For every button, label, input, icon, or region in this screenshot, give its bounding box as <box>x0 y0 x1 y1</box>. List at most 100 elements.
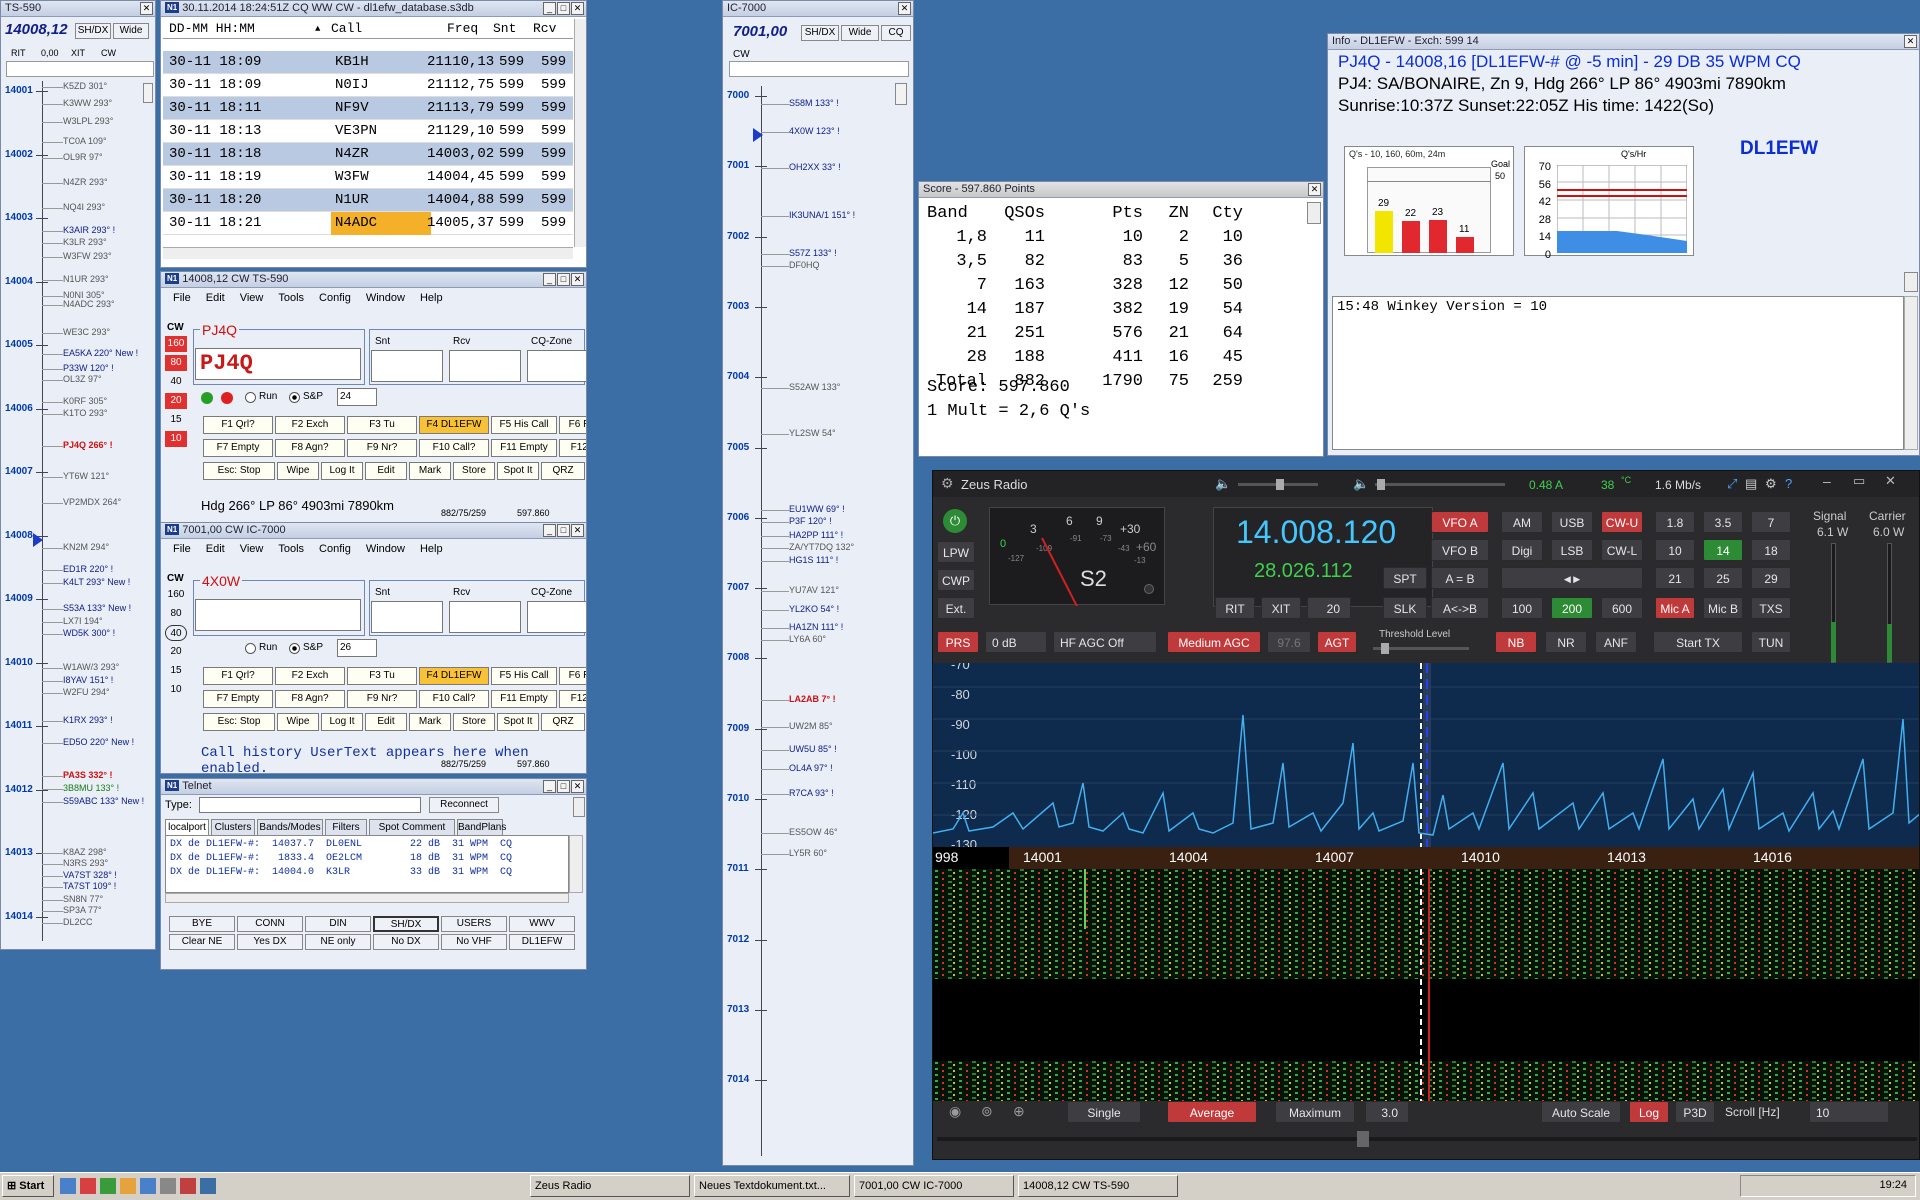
spot-label[interactable]: W3FW 293° <box>63 251 112 261</box>
close-icon[interactable]: ✕ <box>898 2 911 15</box>
menu-tools[interactable]: Tools <box>278 292 304 304</box>
spot-label[interactable]: 3B8MU 133° ! <box>63 783 119 793</box>
vfo-b-frequency[interactable]: 28.026.112 <box>1254 560 1353 583</box>
pwr-200-button[interactable]: 200 <box>1551 597 1593 619</box>
agc-value[interactable]: 97.6 <box>1267 631 1311 653</box>
scroll-up-icon[interactable] <box>1904 272 1918 292</box>
waterfall[interactable] <box>933 869 1919 1101</box>
signal-slider[interactable] <box>1831 543 1836 663</box>
spot-label[interactable]: EU1WW 69° ! <box>789 504 845 514</box>
telnet-input[interactable] <box>199 797 421 813</box>
spot-label[interactable]: OL9R 97° <box>63 152 103 162</box>
band-10-button[interactable]: 10 <box>165 431 187 447</box>
settings-icon[interactable]: ⚙ <box>1765 476 1777 492</box>
cwp-button[interactable]: CWP <box>937 569 975 591</box>
band-80-button[interactable]: 3.5 <box>1703 511 1743 533</box>
telnet-line[interactable]: DX de DL1EFW-#: 14037.7 DL0ENL 22 dB 31 … <box>170 838 564 852</box>
spot-label[interactable]: K1RX 293° ! <box>63 715 113 725</box>
close-icon[interactable]: ✕ <box>571 273 584 286</box>
average-value[interactable]: 3.0 <box>1365 1101 1409 1123</box>
speed-spinner[interactable]: 24 <box>337 388 377 406</box>
spot-label[interactable]: UW2M 85° <box>789 721 833 731</box>
key-button[interactable]: Spot It <box>497 713 539 731</box>
agc-mode-select[interactable]: HF AGC Off <box>1053 631 1157 653</box>
spot-label[interactable]: W1AW/3 293° <box>63 662 119 672</box>
tun-button[interactable]: TUN <box>1751 631 1791 653</box>
close-icon[interactable]: ✕ <box>1308 183 1321 196</box>
log-hscrollbar[interactable] <box>163 247 573 259</box>
band-40-button[interactable]: 40 <box>165 374 187 390</box>
band-20-button[interactable]: 20 <box>165 644 187 660</box>
minimize-icon[interactable]: _ <box>543 273 556 286</box>
band-30-button[interactable]: 10 <box>1655 539 1695 561</box>
menu-view[interactable]: View <box>240 292 264 304</box>
maximize-icon[interactable]: □ <box>557 2 570 15</box>
mode-am-button[interactable]: AM <box>1501 511 1543 533</box>
spot-label[interactable]: NQ4I 293° <box>63 202 105 212</box>
spot-label[interactable]: S52AW 133° <box>789 382 840 392</box>
snt-input[interactable] <box>371 601 443 633</box>
spot-label[interactable]: OL4A 97° ! <box>789 763 833 773</box>
menu-config[interactable]: Config <box>319 543 351 555</box>
telnet-command-button[interactable]: No DX <box>373 934 439 950</box>
speed-spinner[interactable]: 26 <box>337 639 377 657</box>
band-40-button[interactable]: 40 <box>165 625 187 641</box>
spot-label[interactable]: OL3Z 97° <box>63 374 102 384</box>
spot-label[interactable]: S59ABC 133° New ! <box>63 796 144 806</box>
band-15-button[interactable]: 15 <box>165 663 187 679</box>
band-12-button[interactable]: 25 <box>1703 567 1743 589</box>
key-button[interactable]: QRZ <box>541 462 585 480</box>
agt-button[interactable]: AGT <box>1317 631 1357 653</box>
key-button[interactable]: Wipe <box>277 462 319 480</box>
log-row[interactable]: 30-11 18:21 N4ADC 14005,37 599 599 <box>163 212 573 235</box>
quicklaunch-icon[interactable] <box>100 1178 116 1194</box>
panadapter[interactable]: -70 -80 -90 -100 -110 -120 -130 <box>933 663 1919 847</box>
key-button[interactable]: F11 Empty <box>491 439 557 457</box>
maximize-icon[interactable]: □ <box>557 780 570 793</box>
spot-label[interactable]: R7CA 93° ! <box>789 788 834 798</box>
band-40-button[interactable]: 7 <box>1751 511 1791 533</box>
band-20-button[interactable]: 14 <box>1703 539 1743 561</box>
spot-label[interactable]: K3AIR 293° ! <box>63 225 115 235</box>
log-row[interactable]: 30-11 18:09 N0IJ 21112,75 599 599 <box>163 74 573 97</box>
spot-label[interactable]: W2FU 294° <box>63 687 110 697</box>
run-radio[interactable] <box>245 643 256 654</box>
xit-button[interactable]: XIT <box>1261 597 1301 619</box>
quicklaunch-icon[interactable] <box>80 1178 96 1194</box>
shdx-button[interactable]: SH/DX <box>801 25 839 41</box>
minimize-icon[interactable]: – <box>1823 473 1831 489</box>
key-button[interactable]: F12 Wipe <box>559 439 586 457</box>
start-button[interactable]: ⊞ Start <box>2 1175 54 1197</box>
menu-file[interactable]: File <box>173 292 191 304</box>
rcv-input[interactable] <box>449 601 521 633</box>
auto-scale-button[interactable]: Auto Scale <box>1541 1101 1621 1123</box>
spot-label[interactable]: YL2SW 54° <box>789 428 836 438</box>
spot-label[interactable]: YU7AV 121° <box>789 585 839 595</box>
spot-label[interactable]: DL2CC <box>63 917 93 927</box>
spot-label[interactable]: N1UR 293° <box>63 274 109 284</box>
key-button[interactable]: F3 Tu <box>347 416 417 434</box>
spot-label[interactable]: K4LT 293° New ! <box>63 577 130 587</box>
start-tx-button[interactable]: Start TX <box>1653 631 1743 653</box>
key-button[interactable]: F10 Call? <box>419 439 489 457</box>
spot-label[interactable]: S53A 133° New ! <box>63 603 131 613</box>
menu-tools[interactable]: Tools <box>278 543 304 555</box>
spot-label[interactable]: DF0HQ <box>789 260 820 270</box>
ext-button[interactable]: Ext. <box>937 597 975 619</box>
spot-label[interactable]: N4ADC 293° <box>63 299 115 309</box>
key-button[interactable]: F6 Repeat <box>559 416 586 434</box>
quicklaunch-icon[interactable] <box>60 1178 76 1194</box>
clock[interactable]: 19:24 <box>1879 1179 1907 1191</box>
mute-icon[interactable]: 🔈 <box>1353 476 1369 492</box>
mic-a-button[interactable]: Mic A <box>1655 597 1695 619</box>
pwr-600-button[interactable]: 600 <box>1601 597 1643 619</box>
balance-slider[interactable] <box>1375 479 1505 490</box>
key-button[interactable]: F10 Call? <box>419 690 489 708</box>
spot-label[interactable]: TA7ST 109° ! <box>63 881 116 891</box>
mode-cwu-button[interactable]: CW-U <box>1601 511 1643 533</box>
menu-window[interactable]: Window <box>366 292 405 304</box>
key-button[interactable]: F2 Exch <box>275 416 345 434</box>
spot-label[interactable]: K1TO 293° <box>63 408 107 418</box>
telnet-command-button[interactable]: Yes DX <box>237 934 303 950</box>
key-button[interactable]: Mark <box>409 462 451 480</box>
